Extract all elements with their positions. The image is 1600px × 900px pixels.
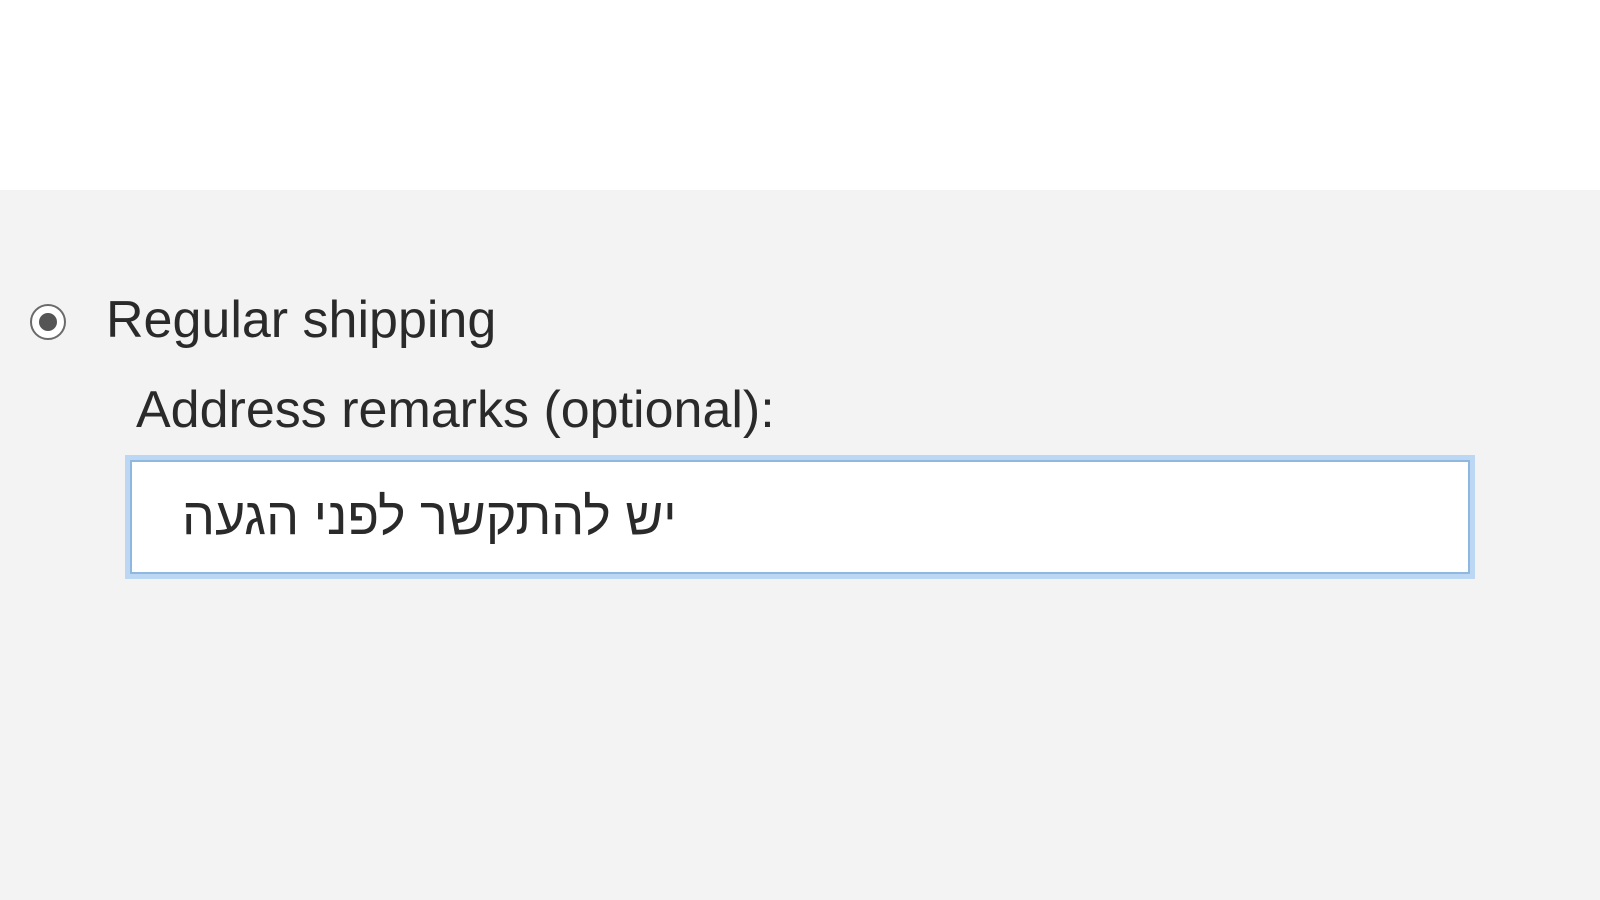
shipping-option-label: Regular shipping [106, 290, 496, 350]
address-remarks-input[interactable] [130, 460, 1470, 574]
address-remarks-label: Address remarks (optional): [136, 380, 1570, 440]
radio-button-icon[interactable] [30, 304, 66, 340]
shipping-option-row[interactable]: Regular shipping [30, 290, 1570, 350]
address-remarks-input-wrap [130, 460, 1470, 574]
radio-dot-icon [39, 313, 57, 331]
shipping-panel: Regular shipping Address remarks (option… [0, 190, 1600, 900]
